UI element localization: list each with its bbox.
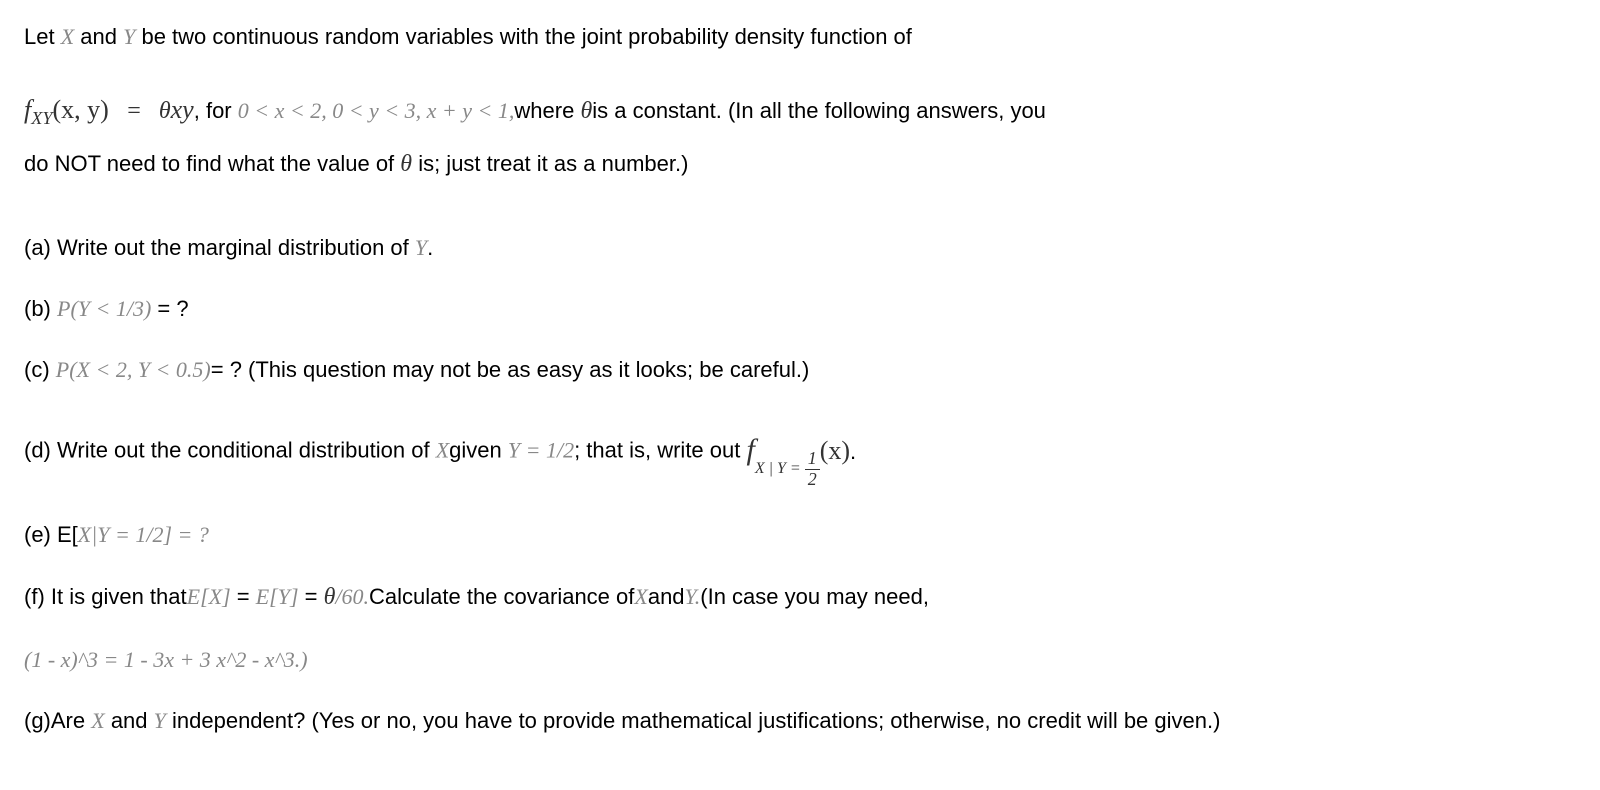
intro-part3: do NOT need to find what the value of xyxy=(24,151,400,176)
a-label: (a) Write out the marginal distribution … xyxy=(24,235,415,260)
problem-intro-line2: fXY(x, y) = θxy, for 0 < x < 2, 0 < y < … xyxy=(24,81,1576,191)
theta-symbol-3: θ xyxy=(400,151,412,177)
fxy-symbol: fXY(x, y) xyxy=(24,95,115,124)
question-c: (c) P(X < 2, Y < 0.5)= ? (This question … xyxy=(24,353,1576,386)
g-label: (g)Are xyxy=(24,708,91,733)
for-text: , for xyxy=(194,98,238,123)
constant-text: is a constant. (In all the following ans… xyxy=(592,98,1046,123)
f-eq2: = xyxy=(299,584,324,609)
xy-term: xy xyxy=(171,95,194,124)
f-rest: Calculate the covariance of xyxy=(369,584,634,609)
var-Y: Y xyxy=(123,24,135,49)
g-rest: independent? (Yes or no, you have to pro… xyxy=(166,708,1221,733)
b-expr: P(Y < 1/3) xyxy=(57,296,151,321)
half-fraction: 1 2 xyxy=(805,449,820,490)
domain-constraints: 0 < x < 2, 0 < y < 3, x + y < 1, xyxy=(238,98,515,123)
var-X: X xyxy=(61,24,74,49)
c-label: (c) xyxy=(24,357,56,382)
intro-text-2: be two continuous random variables with … xyxy=(135,24,912,49)
theta-symbol-2: θ xyxy=(580,98,592,124)
e-expr: X|Y = 1/2] xyxy=(78,522,172,547)
f-hint: (1 - x)^3 = 1 - 3x + 3 x^2 - x^3.) xyxy=(24,647,308,672)
f-eq1: = xyxy=(231,584,256,609)
f-Y: Y. xyxy=(685,584,701,609)
d-X: X xyxy=(436,438,449,463)
f-X: X xyxy=(634,584,647,609)
cond-args: (x) xyxy=(820,436,850,465)
g-and: and xyxy=(105,708,154,733)
question-a: (a) Write out the marginal distribution … xyxy=(24,231,1576,264)
c-expr: P(X < 2, Y < 0.5) xyxy=(56,357,211,382)
f-over60: /60. xyxy=(335,584,369,609)
b-eq: = ? xyxy=(151,296,188,321)
problem-intro-line1: Let X and Y be two continuous random var… xyxy=(24,20,1576,53)
c-eq: = ? (This question may not be as easy as… xyxy=(211,357,810,382)
g-X: X xyxy=(91,708,104,733)
d-period: . xyxy=(850,439,856,464)
f-cond: f xyxy=(746,433,754,466)
fxy-subscript: XY xyxy=(31,108,52,128)
b-label: (b) xyxy=(24,296,57,321)
question-g: (g)Are X and Y independent? (Yes or no, … xyxy=(24,704,1576,737)
intro-and: and xyxy=(74,24,123,49)
f-hint-open: (In case you may need, xyxy=(700,584,929,609)
d-label: (d) Write out the conditional distributi… xyxy=(24,438,436,463)
question-e: (e) E[X|Y = 1/2] = ? xyxy=(24,518,1576,551)
f-and: and xyxy=(648,584,685,609)
question-b: (b) P(Y < 1/3) = ? xyxy=(24,292,1576,325)
d-given: given xyxy=(449,438,508,463)
theta-symbol: θ xyxy=(159,98,171,124)
a-Y: Y xyxy=(415,235,427,260)
fxy-args: (x, y) xyxy=(52,95,108,124)
d-Yeq: Y = 1/2 xyxy=(508,438,574,463)
f-ey: E[Y] xyxy=(256,584,299,609)
a-period: . xyxy=(427,235,433,260)
e-label: (e) E[ xyxy=(24,522,78,547)
cond-sub-wrapper: X | Y = 1 2 xyxy=(755,449,820,490)
frac-num: 1 xyxy=(805,449,820,470)
question-d: (d) Write out the conditional distributi… xyxy=(24,414,1576,490)
cond-sub-left: X | Y = xyxy=(755,460,805,477)
f-ex: E[X] xyxy=(187,584,231,609)
intro-text-1: Let xyxy=(24,24,61,49)
equals-sign: = xyxy=(115,98,159,124)
e-eq: = ? xyxy=(172,522,209,547)
d-semicolon: ; that is, write out xyxy=(574,438,746,463)
f-theta: θ xyxy=(324,584,336,610)
question-f-hint: (1 - x)^3 = 1 - 3x + 3 x^2 - x^3.) xyxy=(24,643,1576,676)
conditional-density-expr: f X | Y = 1 2 (x). xyxy=(746,414,856,490)
intro-part4: is; just treat it as a number.) xyxy=(412,151,688,176)
g-Y: Y xyxy=(154,708,166,733)
question-f: (f) It is given thatE[X] = E[Y] = θ/60.C… xyxy=(24,579,1576,615)
where-text: where xyxy=(514,98,580,123)
frac-den: 2 xyxy=(805,470,820,490)
f-label: (f) It is given that xyxy=(24,584,187,609)
